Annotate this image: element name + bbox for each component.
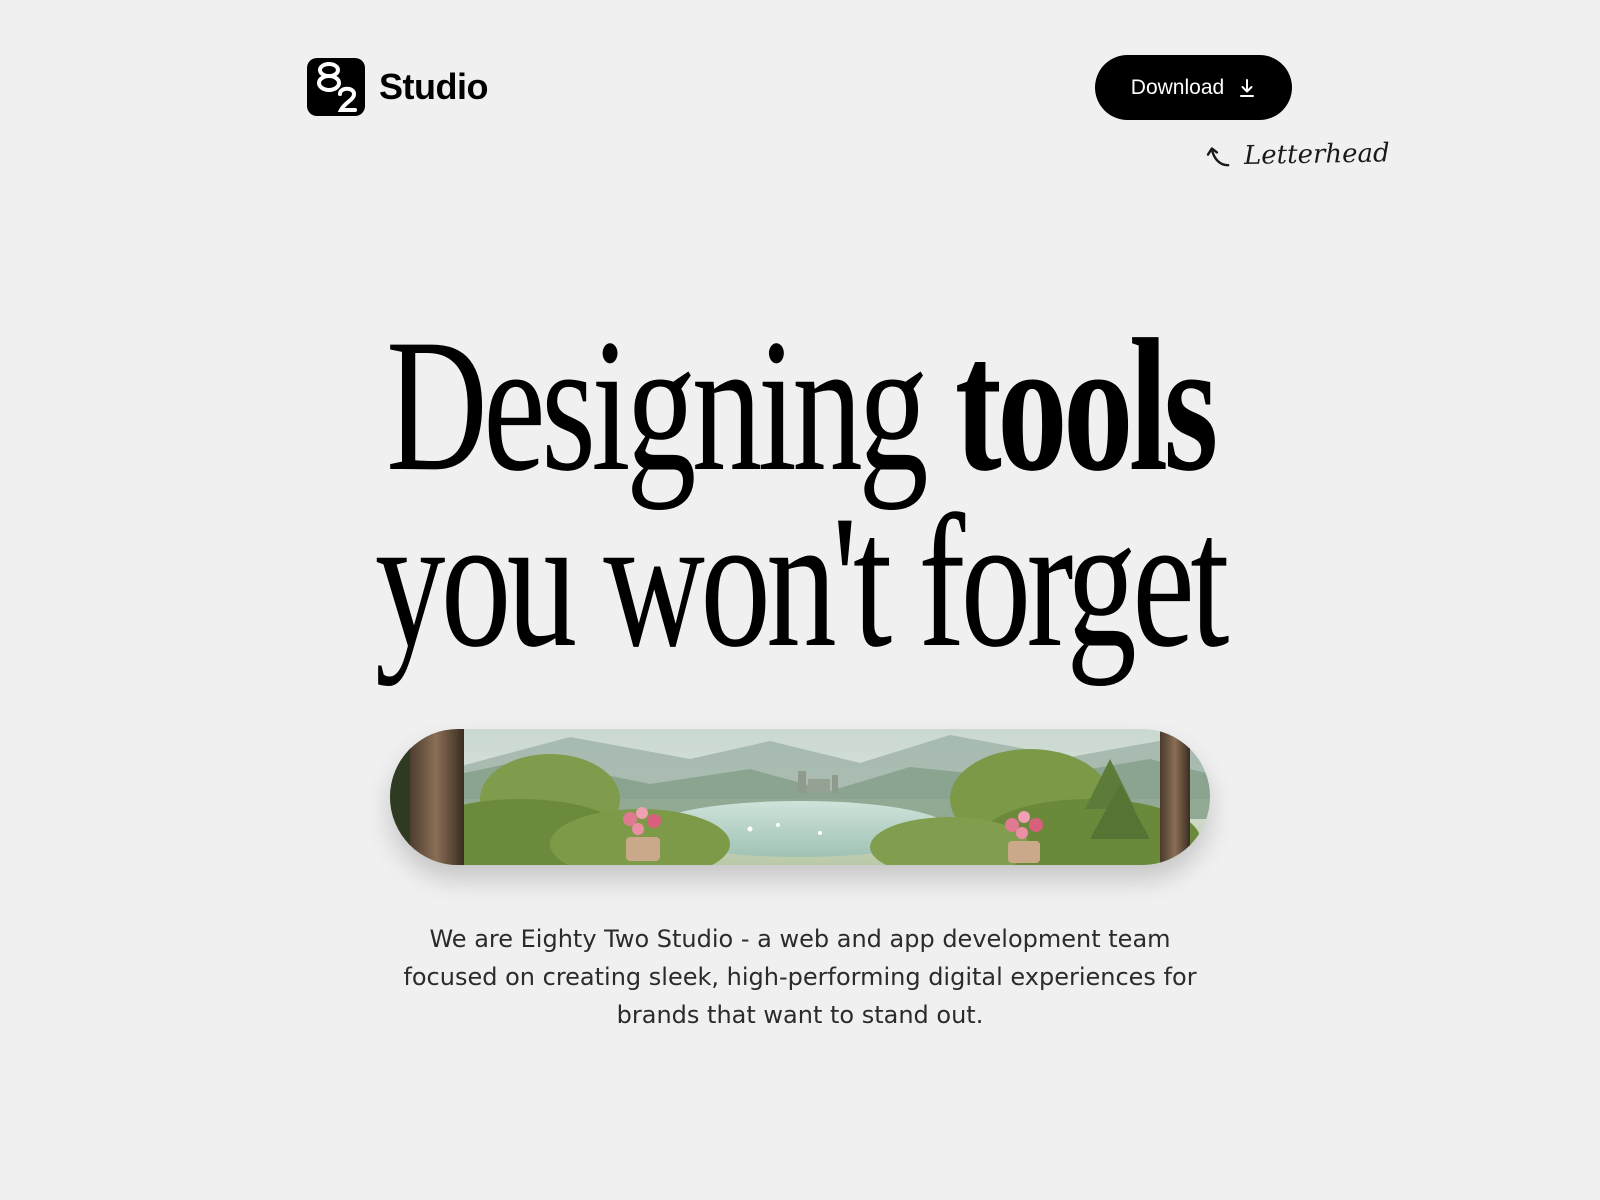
curved-arrow-up-left-icon	[1206, 147, 1230, 167]
annotation-label: Letterhead	[1243, 138, 1390, 171]
download-button-label: Download	[1130, 75, 1225, 99]
hero-landscape-image	[390, 729, 1210, 865]
studio-tagline: We are Eighty Two Studio - a web and app…	[403, 925, 1197, 1029]
brand-name: Studio	[379, 66, 488, 107]
hero-headline: Designing tools you won't forget	[0, 311, 1600, 687]
download-button[interactable]: Download	[1095, 55, 1292, 120]
landing-page: Studio Download Letterhead Designing too…	[0, 0, 1600, 1200]
headline-line-2: you won't forget	[375, 477, 1229, 687]
brand-logo-link[interactable]: Studio	[307, 58, 488, 116]
headline-line-1: Designing tools	[208, 311, 1392, 501]
landscape-illustration	[390, 729, 1210, 865]
eighty-two-logo-icon	[307, 58, 365, 116]
letterhead-annotation: Letterhead	[1206, 138, 1390, 171]
download-icon	[1240, 78, 1255, 97]
